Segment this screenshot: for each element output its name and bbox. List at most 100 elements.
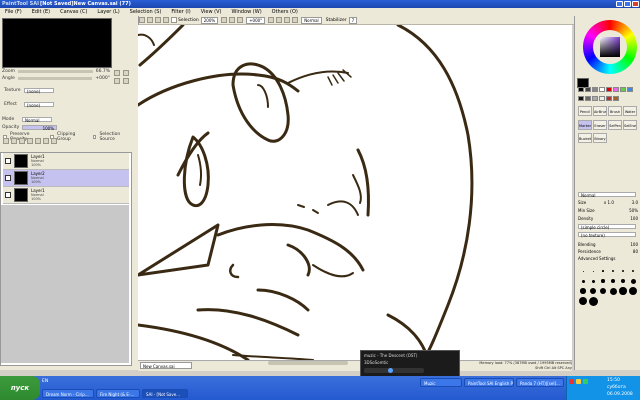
- brush-size-preset[interactable]: [588, 286, 598, 296]
- tool-airbrush[interactable]: AirBrush: [593, 106, 607, 116]
- tray-app-icon[interactable]: [583, 379, 588, 384]
- new-folder-button[interactable]: [19, 138, 25, 144]
- menu-file[interactable]: File (F): [0, 8, 27, 16]
- menu-layer[interactable]: Layer (L): [92, 8, 124, 16]
- drawing-canvas[interactable]: [138, 25, 572, 360]
- start-button[interactable]: пуск: [0, 376, 40, 400]
- flip-button[interactable]: [292, 17, 299, 23]
- rotate-right-button[interactable]: [276, 17, 283, 23]
- tool-seleras[interactable]: SelEras: [623, 119, 637, 130]
- brush-size-preset[interactable]: [608, 266, 618, 276]
- brush-size-preset[interactable]: [588, 266, 598, 276]
- tray-app-icon[interactable]: [569, 379, 574, 384]
- brush-size-preset[interactable]: [608, 276, 618, 286]
- taskbar-task[interactable]: Muzic: [420, 378, 462, 387]
- media-notification[interactable]: muzic - The Descent (OST) 3DSoSomtic: [360, 350, 460, 378]
- language-indicator[interactable]: EN: [42, 379, 60, 386]
- brush-size-preset[interactable]: [598, 276, 608, 286]
- clear-layer-button[interactable]: [43, 138, 49, 144]
- tool-selpen[interactable]: SelPen: [608, 119, 622, 130]
- tool-pencil[interactable]: Pencil: [578, 106, 592, 116]
- layer-row[interactable]: Layer1 Normal 100%: [3, 187, 129, 204]
- brush-size-preset[interactable]: [588, 296, 598, 306]
- selection-checkbox[interactable]: [171, 17, 177, 23]
- play-icon[interactable]: [388, 368, 393, 373]
- brush-size-preset[interactable]: [608, 286, 618, 296]
- nav-zoom-slider[interactable]: [17, 70, 93, 73]
- size-value[interactable]: 3.0: [632, 200, 638, 206]
- layer-row[interactable]: Layer1 Normal 100%: [3, 153, 129, 170]
- nav-zoom-out-button[interactable]: [114, 70, 120, 76]
- transfer-down-button[interactable]: [27, 138, 33, 144]
- color-square[interactable]: [600, 37, 620, 57]
- brush-size-preset[interactable]: [628, 286, 638, 296]
- size-multiplier[interactable]: x 1.0: [604, 200, 614, 206]
- new-linework-layer-button[interactable]: [11, 138, 17, 144]
- undo-button[interactable]: [139, 17, 145, 23]
- color-wheel[interactable]: [583, 20, 637, 74]
- taskbar-task-active[interactable]: SAI - [Not Save...: [142, 389, 188, 398]
- zoom-out-button[interactable]: [221, 17, 228, 23]
- brush-size-preset[interactable]: [578, 266, 588, 276]
- nav-rotate-right-button[interactable]: [123, 77, 129, 84]
- tool-eraser[interactable]: Eraser: [593, 119, 607, 130]
- opacity-slider[interactable]: 100%: [22, 125, 57, 131]
- brush-size-preset[interactable]: [588, 276, 598, 286]
- delete-layer-button[interactable]: [51, 138, 57, 144]
- menu-filter[interactable]: Filter (I): [166, 8, 195, 16]
- redo-button[interactable]: [147, 17, 153, 23]
- texture-dropdown[interactable]: (none): [24, 88, 54, 94]
- swatch[interactable]: [599, 87, 605, 92]
- taskbar-task[interactable]: PaintTool SAI English Pack: [464, 378, 514, 387]
- menu-view[interactable]: View (V): [196, 8, 227, 16]
- swatch[interactable]: [578, 87, 584, 92]
- selection-source-checkbox[interactable]: [92, 135, 97, 139]
- menu-canvas[interactable]: Canvas (C): [55, 8, 92, 16]
- swatch[interactable]: [620, 87, 626, 92]
- tool-marker[interactable]: Marker: [578, 119, 592, 130]
- rotate-reset-button[interactable]: [284, 17, 291, 23]
- horizontal-scrollbar[interactable]: [268, 361, 348, 365]
- brush-size-preset[interactable]: [628, 266, 638, 276]
- taskbar-task[interactable]: Panda 7 (HT)|[sel]...: [516, 378, 564, 387]
- swatch[interactable]: [592, 95, 598, 101]
- brush-size-preset[interactable]: [618, 266, 628, 276]
- swatch[interactable]: [592, 87, 598, 92]
- persistence-value[interactable]: 80: [633, 249, 638, 255]
- canvas-tab[interactable]: New Canvas.sai: [140, 362, 192, 369]
- brush-shape-dropdown[interactable]: (simple circle): [578, 224, 636, 230]
- tray-app-icon[interactable]: [576, 379, 581, 384]
- media-controls[interactable]: [364, 368, 424, 373]
- minimize-button[interactable]: [616, 1, 623, 7]
- brush-size-preset[interactable]: [628, 276, 638, 286]
- swatch[interactable]: [578, 95, 584, 101]
- brush-size-preset[interactable]: [578, 276, 588, 286]
- nav-angle-slider[interactable]: [17, 77, 93, 80]
- brush-size-preset[interactable]: [618, 276, 628, 286]
- menu-edit[interactable]: Edit (E): [27, 8, 55, 16]
- swatch[interactable]: [613, 87, 619, 92]
- zoom-reset-button[interactable]: [237, 17, 244, 23]
- zoom-field[interactable]: 200%: [200, 16, 219, 24]
- advanced-settings-toggle[interactable]: Advanced Settings: [578, 256, 638, 262]
- rotate-left-button[interactable]: [268, 17, 275, 23]
- swatch[interactable]: [585, 95, 591, 101]
- invert-button[interactable]: [163, 17, 169, 23]
- tool-brush[interactable]: Brush: [608, 106, 622, 116]
- swatch[interactable]: [606, 87, 612, 92]
- brush-size-preset[interactable]: [598, 266, 608, 276]
- layer-row-selected[interactable]: Layer2 Normal 100%: [3, 170, 129, 187]
- menu-others[interactable]: Others (O): [267, 8, 303, 16]
- normal-dropdown[interactable]: Normal: [301, 16, 322, 24]
- swatch[interactable]: [599, 95, 605, 101]
- deselect-button[interactable]: [155, 17, 161, 23]
- min-size-value[interactable]: 50%: [629, 208, 638, 214]
- tool-binary[interactable]: Binary: [593, 133, 607, 144]
- eye-icon[interactable]: [5, 175, 11, 181]
- swatch[interactable]: [627, 87, 633, 92]
- swatch[interactable]: [613, 95, 619, 101]
- clock-time[interactable]: 15:50: [607, 378, 620, 383]
- zoom-in-button[interactable]: [229, 17, 236, 23]
- blend-mode-dropdown[interactable]: Normal: [578, 192, 636, 198]
- swatch[interactable]: [585, 87, 591, 92]
